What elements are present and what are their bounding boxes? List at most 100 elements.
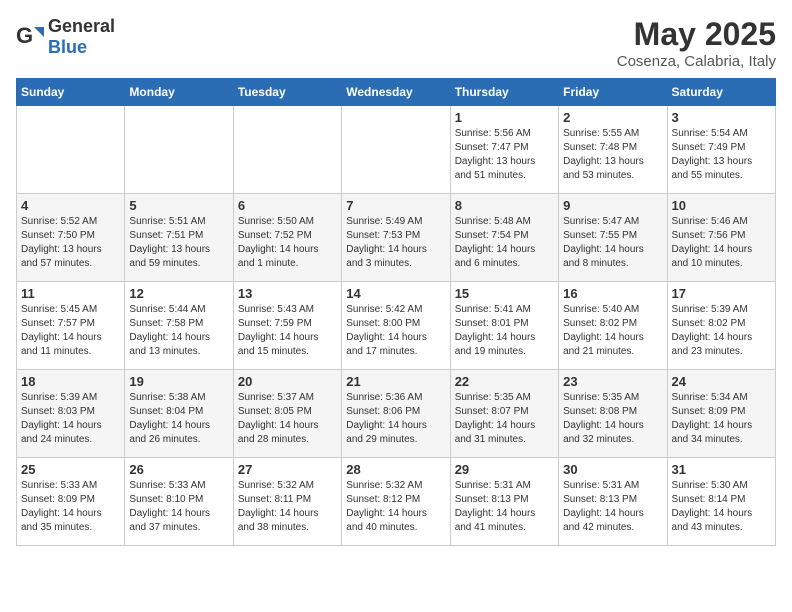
day-info: Sunrise: 5:54 AMSunset: 7:49 PMDaylight:… <box>672 127 771 183</box>
day-number: 9 <box>563 198 662 213</box>
day-info: Sunrise: 5:41 AMSunset: 8:01 PMDaylight:… <box>455 303 554 359</box>
calendar-body: 1Sunrise: 5:56 AMSunset: 7:47 PMDaylight… <box>17 106 776 546</box>
day-number: 26 <box>129 462 228 477</box>
logo-icon: G <box>16 23 44 51</box>
week-row-2: 4Sunrise: 5:52 AMSunset: 7:50 PMDaylight… <box>17 194 776 282</box>
day-number: 18 <box>21 374 120 389</box>
days-of-week-row: SundayMondayTuesdayWednesdayThursdayFrid… <box>17 79 776 106</box>
day-number: 12 <box>129 286 228 301</box>
day-info: Sunrise: 5:42 AMSunset: 8:00 PMDaylight:… <box>346 303 445 359</box>
day-number: 1 <box>455 110 554 125</box>
day-info: Sunrise: 5:35 AMSunset: 8:08 PMDaylight:… <box>563 391 662 447</box>
day-cell: 28Sunrise: 5:32 AMSunset: 8:12 PMDayligh… <box>342 458 450 546</box>
day-cell: 27Sunrise: 5:32 AMSunset: 8:11 PMDayligh… <box>233 458 341 546</box>
day-cell: 3 Sunrise: 5:54 AMSunset: 7:49 PMDaylight… <box>667 106 775 194</box>
page-header: G General Blue May 2025 Cosenza, Calabri… <box>16 16 776 70</box>
day-info: Sunrise: 5:46 AMSunset: 7:56 PMDaylight:… <box>672 215 771 271</box>
dow-header-tuesday: Tuesday <box>233 79 341 106</box>
day-cell: 30 Sunrise: 5:31 AMSunset: 8:13 PMDayligh… <box>559 458 667 546</box>
day-number: 11 <box>21 286 120 301</box>
day-cell <box>125 106 233 194</box>
day-info: Sunrise: 5:31 AMSunset: 8:13 PMDaylight:… <box>455 479 554 535</box>
day-cell: 18 Sunrise: 5:39 AMSunset: 8:03 PMDayligh… <box>17 370 125 458</box>
calendar-table: SundayMondayTuesdayWednesdayThursdayFrid… <box>16 78 776 546</box>
day-cell: 23 Sunrise: 5:35 AMSunset: 8:08 PMDayligh… <box>559 370 667 458</box>
day-number: 27 <box>238 462 337 477</box>
day-number: 7 <box>346 198 445 213</box>
day-cell: 25 Sunrise: 5:33 AMSunset: 8:09 PMDayligh… <box>17 458 125 546</box>
subtitle: Cosenza, Calabria, Italy <box>617 53 776 70</box>
day-info: Sunrise: 5:40 AMSunset: 8:02 PMDaylight:… <box>563 303 662 359</box>
day-info: Sunrise: 5:37 AMSunset: 8:05 PMDaylight:… <box>238 391 337 447</box>
day-info: Sunrise: 5:33 AMSunset: 8:09 PMDaylight:… <box>21 479 120 535</box>
day-number: 5 <box>129 198 228 213</box>
day-number: 31 <box>672 462 771 477</box>
day-cell: 6 Sunrise: 5:50 AMSunset: 7:52 PMDaylight… <box>233 194 341 282</box>
day-number: 20 <box>238 374 337 389</box>
day-info: Sunrise: 5:45 AMSunset: 7:57 PMDaylight:… <box>21 303 120 359</box>
day-cell: 29 Sunrise: 5:31 AMSunset: 8:13 PMDayligh… <box>450 458 558 546</box>
day-cell: 22 Sunrise: 5:35 AMSunset: 8:07 PMDayligh… <box>450 370 558 458</box>
day-info: Sunrise: 5:35 AMSunset: 8:07 PMDaylight:… <box>455 391 554 447</box>
day-number: 21 <box>346 374 445 389</box>
day-number: 15 <box>455 286 554 301</box>
day-number: 30 <box>563 462 662 477</box>
day-number: 3 <box>672 110 771 125</box>
day-info: Sunrise: 5:39 AMSunset: 8:03 PMDaylight:… <box>21 391 120 447</box>
day-cell: 11 Sunrise: 5:45 AMSunset: 7:57 PMDayligh… <box>17 282 125 370</box>
day-number: 2 <box>563 110 662 125</box>
day-number: 28 <box>346 462 445 477</box>
day-cell: 13Sunrise: 5:43 AMSunset: 7:59 PMDayligh… <box>233 282 341 370</box>
day-info: Sunrise: 5:48 AMSunset: 7:54 PMDaylight:… <box>455 215 554 271</box>
dow-header-wednesday: Wednesday <box>342 79 450 106</box>
week-row-1: 1Sunrise: 5:56 AMSunset: 7:47 PMDaylight… <box>17 106 776 194</box>
day-cell: 9Sunrise: 5:47 AMSunset: 7:55 PMDaylight… <box>559 194 667 282</box>
day-number: 17 <box>672 286 771 301</box>
dow-header-saturday: Saturday <box>667 79 775 106</box>
title-area: May 2025 Cosenza, Calabria, Italy <box>617 16 776 70</box>
day-info: Sunrise: 5:39 AMSunset: 8:02 PMDaylight:… <box>672 303 771 359</box>
day-cell: 21 Sunrise: 5:36 AMSunset: 8:06 PMDayligh… <box>342 370 450 458</box>
day-number: 19 <box>129 374 228 389</box>
day-info: Sunrise: 5:33 AMSunset: 8:10 PMDaylight:… <box>129 479 228 535</box>
day-cell <box>17 106 125 194</box>
day-cell: 7 Sunrise: 5:49 AMSunset: 7:53 PMDaylight… <box>342 194 450 282</box>
day-info: Sunrise: 5:38 AMSunset: 8:04 PMDaylight:… <box>129 391 228 447</box>
logo: G General Blue <box>16 16 115 58</box>
day-number: 23 <box>563 374 662 389</box>
week-row-4: 18 Sunrise: 5:39 AMSunset: 8:03 PMDayligh… <box>17 370 776 458</box>
day-cell: 2 Sunrise: 5:55 AMSunset: 7:48 PMDaylight… <box>559 106 667 194</box>
day-cell <box>342 106 450 194</box>
day-cell: 14 Sunrise: 5:42 AMSunset: 8:00 PMDayligh… <box>342 282 450 370</box>
logo-blue: Blue <box>48 37 87 57</box>
day-cell: 17 Sunrise: 5:39 AMSunset: 8:02 PMDayligh… <box>667 282 775 370</box>
day-cell: 20 Sunrise: 5:37 AMSunset: 8:05 PMDayligh… <box>233 370 341 458</box>
week-row-3: 11 Sunrise: 5:45 AMSunset: 7:57 PMDayligh… <box>17 282 776 370</box>
day-info: Sunrise: 5:49 AMSunset: 7:53 PMDaylight:… <box>346 215 445 271</box>
main-title: May 2025 <box>617 16 776 53</box>
day-number: 22 <box>455 374 554 389</box>
day-cell: 16 Sunrise: 5:40 AMSunset: 8:02 PMDayligh… <box>559 282 667 370</box>
day-info: Sunrise: 5:36 AMSunset: 8:06 PMDaylight:… <box>346 391 445 447</box>
day-number: 14 <box>346 286 445 301</box>
day-number: 29 <box>455 462 554 477</box>
day-number: 24 <box>672 374 771 389</box>
dow-header-monday: Monday <box>125 79 233 106</box>
day-number: 13 <box>238 286 337 301</box>
day-info: Sunrise: 5:51 AMSunset: 7:51 PMDaylight:… <box>129 215 228 271</box>
day-cell: 24Sunrise: 5:34 AMSunset: 8:09 PMDayligh… <box>667 370 775 458</box>
day-number: 8 <box>455 198 554 213</box>
day-cell: 5 Sunrise: 5:51 AMSunset: 7:51 PMDaylight… <box>125 194 233 282</box>
day-number: 6 <box>238 198 337 213</box>
day-info: Sunrise: 5:50 AMSunset: 7:52 PMDaylight:… <box>238 215 337 271</box>
svg-text:G: G <box>16 23 33 48</box>
day-cell: 8 Sunrise: 5:48 AMSunset: 7:54 PMDaylight… <box>450 194 558 282</box>
day-cell: 10Sunrise: 5:46 AMSunset: 7:56 PMDayligh… <box>667 194 775 282</box>
logo-general: General <box>48 16 115 36</box>
week-row-5: 25 Sunrise: 5:33 AMSunset: 8:09 PMDayligh… <box>17 458 776 546</box>
dow-header-friday: Friday <box>559 79 667 106</box>
day-number: 25 <box>21 462 120 477</box>
day-info: Sunrise: 5:31 AMSunset: 8:13 PMDaylight:… <box>563 479 662 535</box>
day-number: 16 <box>563 286 662 301</box>
day-info: Sunrise: 5:55 AMSunset: 7:48 PMDaylight:… <box>563 127 662 183</box>
